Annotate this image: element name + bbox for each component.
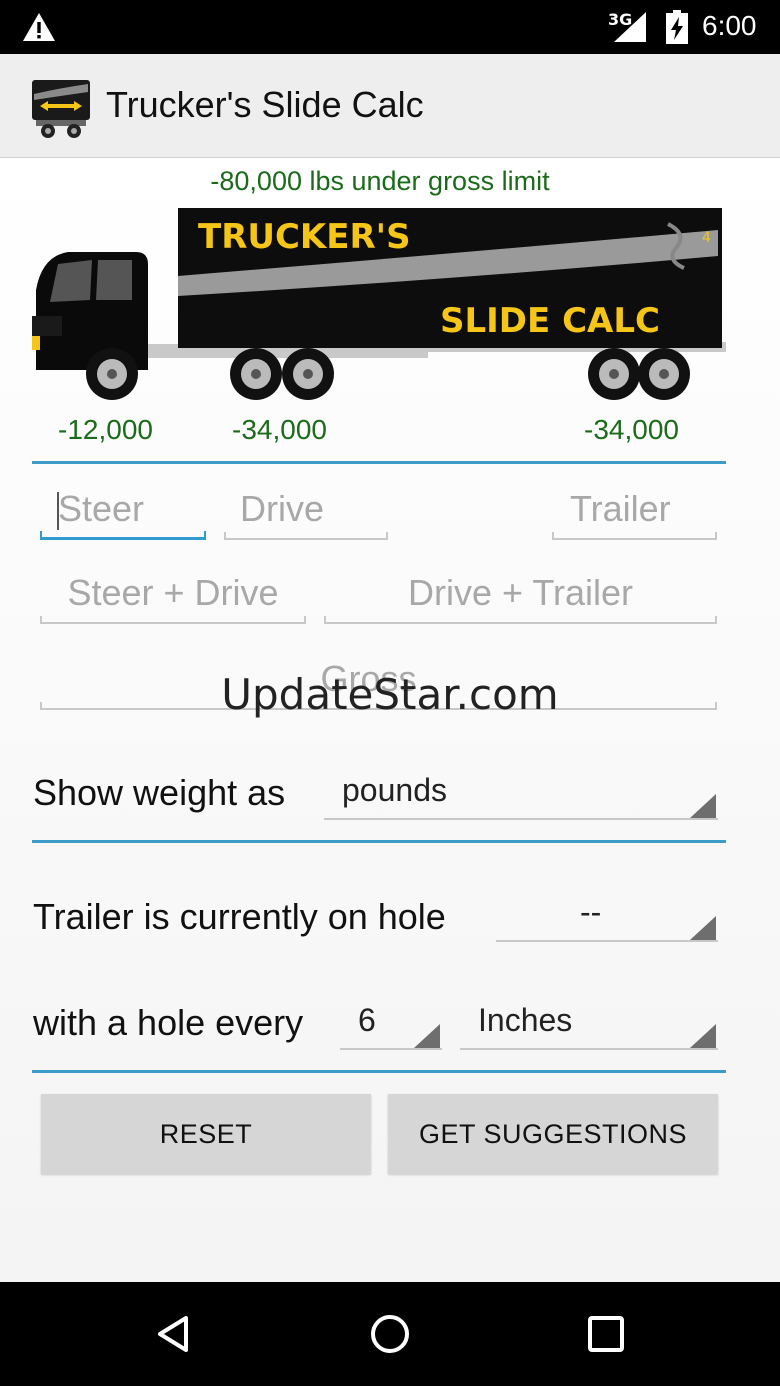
divider-middle bbox=[32, 840, 726, 843]
text-cursor bbox=[57, 492, 59, 530]
drive-input[interactable] bbox=[224, 480, 388, 538]
spinner-arrow-icon bbox=[690, 794, 716, 818]
status-bar: 3G 6:00 bbox=[0, 0, 780, 54]
steer-wheel-icon bbox=[86, 348, 138, 400]
app-bar: Trucker's Slide Calc bbox=[0, 54, 780, 158]
trailer-input[interactable] bbox=[552, 480, 717, 538]
trailer-wheels-icon bbox=[588, 348, 690, 400]
spinner-arrow-icon bbox=[414, 1024, 440, 1048]
spacing-unit-spinner[interactable]: Inches bbox=[460, 1002, 718, 1050]
steer-drive-field[interactable] bbox=[40, 564, 306, 624]
spacing-unit-value: Inches bbox=[478, 1002, 573, 1038]
divider-bottom bbox=[32, 1070, 726, 1073]
current-hole-spinner[interactable]: -- bbox=[496, 894, 718, 942]
trailer-axle-weight: -34,000 bbox=[584, 414, 679, 445]
truck-illustration: TRUCKER'S SLIDE CALC 4 bbox=[32, 208, 726, 400]
recent-apps-icon[interactable] bbox=[584, 1312, 628, 1356]
back-icon[interactable] bbox=[152, 1312, 196, 1356]
gross-status: -80,000 lbs under gross limit bbox=[210, 166, 550, 196]
weight-unit-spinner[interactable]: pounds bbox=[324, 772, 718, 820]
home-icon[interactable] bbox=[368, 1312, 412, 1356]
divider-top bbox=[32, 461, 726, 464]
main-content: -80,000 lbs under gross limit TRUCKER'S … bbox=[0, 158, 780, 1282]
watermark: UpdateStar.com bbox=[221, 670, 559, 719]
app-title: Trucker's Slide Calc bbox=[106, 84, 424, 125]
drive-trailer-input[interactable] bbox=[324, 564, 717, 622]
truck-logo-badge: 4 bbox=[702, 230, 711, 246]
hole-spacing-spinner[interactable]: 6 bbox=[340, 1002, 442, 1050]
steer-input[interactable] bbox=[40, 480, 206, 537]
truck-logo-line2: SLIDE CALC bbox=[440, 301, 660, 341]
drive-axle-weight: -34,000 bbox=[232, 414, 327, 445]
weight-unit-value: pounds bbox=[342, 772, 447, 808]
steer-field[interactable] bbox=[40, 480, 206, 540]
hole-spacing-label: with a hole every bbox=[33, 1002, 304, 1043]
trailer-field[interactable] bbox=[552, 480, 717, 540]
drive-field[interactable] bbox=[224, 480, 388, 540]
reset-button[interactable]: RESET bbox=[41, 1094, 371, 1174]
signal-icon bbox=[614, 12, 646, 42]
truck-logo-line1: TRUCKER'S bbox=[198, 217, 411, 257]
steer-drive-input[interactable] bbox=[40, 564, 306, 622]
hole-spacing-value: 6 bbox=[358, 1002, 376, 1038]
weight-unit-label: Show weight as bbox=[33, 772, 286, 813]
spinner-arrow-icon bbox=[690, 916, 716, 940]
app-truck-icon bbox=[32, 80, 90, 138]
clock: 6:00 bbox=[702, 10, 757, 41]
warning-icon bbox=[23, 13, 55, 41]
steer-axle-weight: -12,000 bbox=[58, 414, 153, 445]
drive-trailer-field[interactable] bbox=[324, 564, 717, 624]
navigation-bar bbox=[0, 1282, 780, 1386]
spinner-arrow-icon bbox=[690, 1024, 716, 1048]
current-hole-label: Trailer is currently on hole bbox=[33, 896, 446, 937]
current-hole-value: -- bbox=[580, 894, 602, 930]
battery-charging-icon bbox=[666, 10, 688, 44]
get-suggestions-button[interactable]: GET SUGGESTIONS bbox=[388, 1094, 718, 1174]
